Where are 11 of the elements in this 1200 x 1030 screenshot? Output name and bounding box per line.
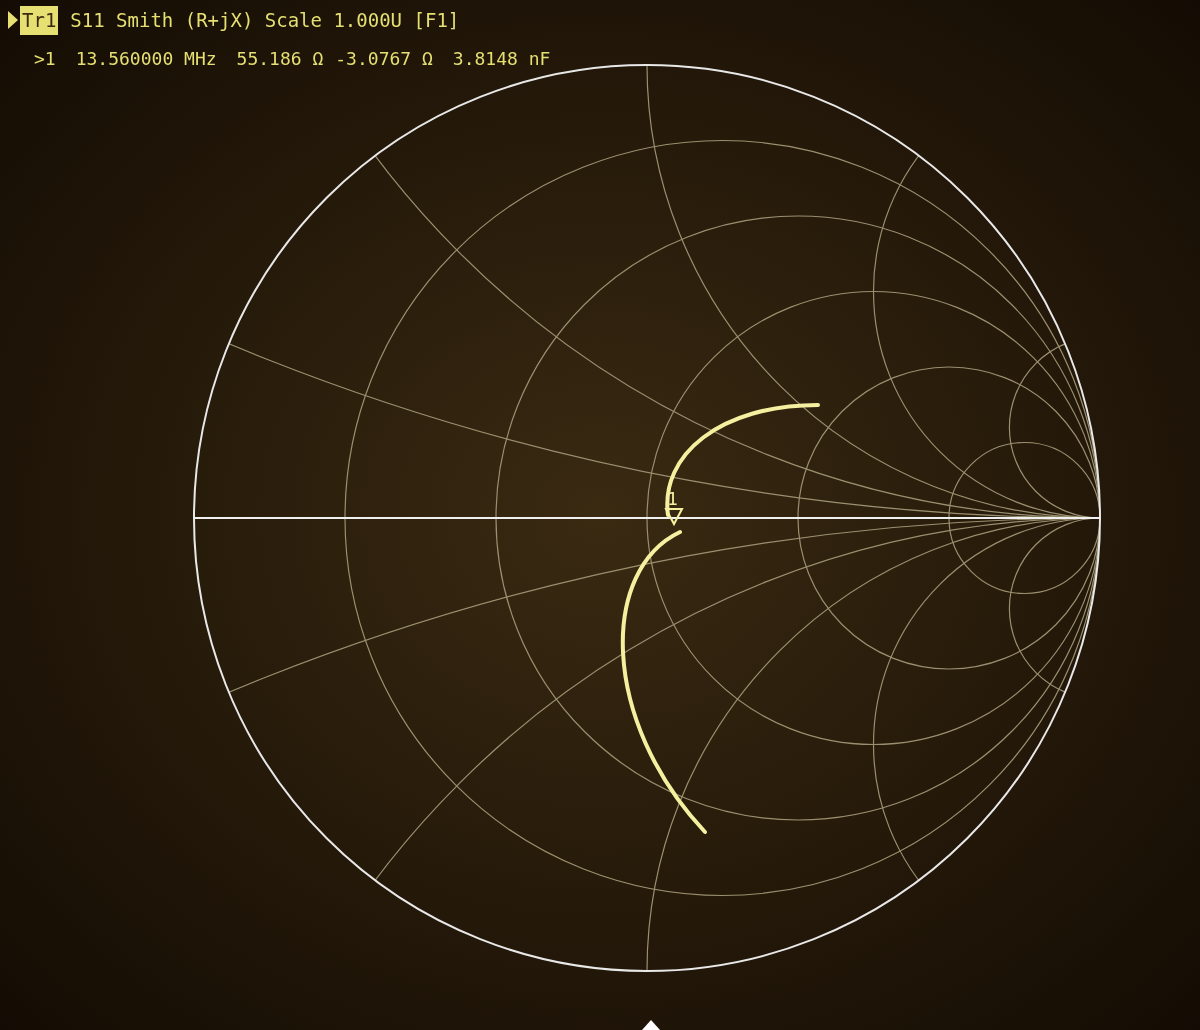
pointer-icon [8, 11, 18, 30]
trace-title: S11 Smith (R+jX) Scale 1.000U [F1] [70, 8, 460, 33]
marker-capacitance: 3.8148 nF [452, 46, 551, 71]
marker-reactance: -3.0767 Ω [335, 46, 433, 71]
trace-label[interactable]: Tr1 [20, 6, 59, 35]
marker-resistance: 55.186 Ω [236, 46, 324, 71]
marker-icon [664, 508, 684, 527]
reference-marker-icon [642, 1020, 660, 1030]
marker-label: 1 [667, 488, 678, 509]
marker-frequency: 13.560000 MHz [75, 46, 217, 71]
marker-number: >1 [34, 46, 56, 71]
